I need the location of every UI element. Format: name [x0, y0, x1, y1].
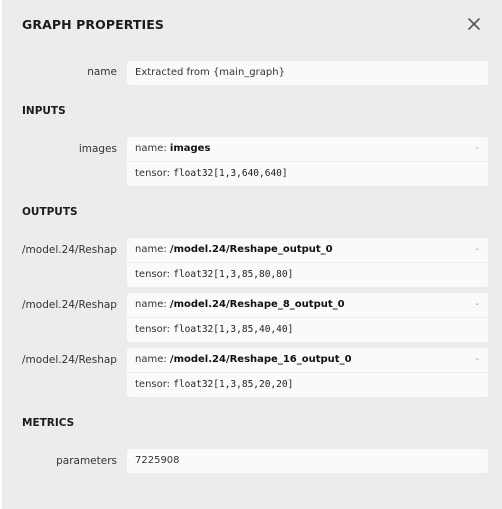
output-tensor-prefix-1: tensor:: [135, 269, 174, 280]
parameters-value-box: 7225908: [127, 449, 488, 473]
output-tensor-type-2: float32[1,3,85,40,40]: [173, 324, 294, 335]
parameters-value: 7225908: [135, 455, 180, 466]
close-icon: [468, 18, 480, 30]
output-tensor-type-1: float32[1,3,85,80,80]: [173, 269, 294, 280]
metrics-section-title: METRICS: [22, 417, 75, 429]
graph-properties-panel: GRAPH PROPERTIES name Extracted from {ma…: [2, 0, 502, 509]
output-name-3: /model.24/Reshape_16_output_0: [169, 354, 352, 365]
output-tensor-prefix-3: tensor:: [135, 379, 174, 390]
output-name-prefix-1: name:: [135, 244, 170, 255]
input-name: images: [169, 143, 211, 154]
output-name-line-2: name: /model.24/Reshape_8_output_0 -: [127, 293, 488, 317]
input-value-box: name: images - tensor: float32[1,3,640,6…: [127, 137, 488, 186]
input-name-line: name: images -: [127, 137, 488, 161]
output-value-box-1: name: /model.24/Reshape_output_0 - tenso…: [127, 238, 488, 287]
output-expand-toggle-1[interactable]: -: [475, 238, 479, 262]
input-expand-toggle[interactable]: -: [475, 137, 479, 161]
output-tensor-line-3: tensor: float32[1,3,85,20,20]: [127, 372, 488, 397]
parameters-label: parameters: [56, 455, 117, 467]
graph-name-value-box: Extracted from {main_graph}: [127, 61, 488, 85]
output-label-1: /model.24/Reshape_output_0: [22, 244, 117, 256]
output-name-1: /model.24/Reshape_output_0: [169, 244, 333, 255]
output-expand-toggle-3[interactable]: -: [475, 348, 479, 372]
inputs-section-title: INPUTS: [22, 105, 66, 117]
output-name-prefix-3: name:: [135, 354, 170, 365]
output-name-prefix-2: name:: [135, 299, 170, 310]
output-name-line-3: name: /model.24/Reshape_16_output_0 -: [127, 348, 488, 372]
output-name-2: /model.24/Reshape_8_output_0: [169, 299, 345, 310]
output-label-3: /model.24/Reshape_16_output_0: [22, 354, 117, 366]
graph-name-label: name: [87, 66, 117, 78]
input-name-prefix: name:: [135, 143, 170, 154]
input-tensor-prefix: tensor:: [135, 168, 174, 179]
output-value-box-2: name: /model.24/Reshape_8_output_0 - ten…: [127, 293, 488, 342]
close-button[interactable]: [464, 14, 484, 34]
input-tensor-type: float32[1,3,640,640]: [173, 168, 288, 179]
input-tensor-line: tensor: float32[1,3,640,640]: [127, 161, 488, 186]
graph-name-value: Extracted from {main_graph}: [135, 67, 285, 78]
output-tensor-prefix-2: tensor:: [135, 324, 174, 335]
output-label-2: /model.24/Reshape_8_output_0: [22, 299, 117, 311]
output-tensor-line-1: tensor: float32[1,3,85,80,80]: [127, 262, 488, 287]
output-tensor-type-3: float32[1,3,85,20,20]: [173, 379, 294, 390]
input-label: images: [78, 143, 117, 155]
output-expand-toggle-2[interactable]: -: [475, 293, 479, 317]
output-name-line-1: name: /model.24/Reshape_output_0 -: [127, 238, 488, 262]
output-tensor-line-2: tensor: float32[1,3,85,40,40]: [127, 317, 488, 342]
output-value-box-3: name: /model.24/Reshape_16_output_0 - te…: [127, 348, 488, 397]
outputs-section-title: OUTPUTS: [22, 206, 78, 218]
panel-title: GRAPH PROPERTIES: [22, 17, 165, 32]
